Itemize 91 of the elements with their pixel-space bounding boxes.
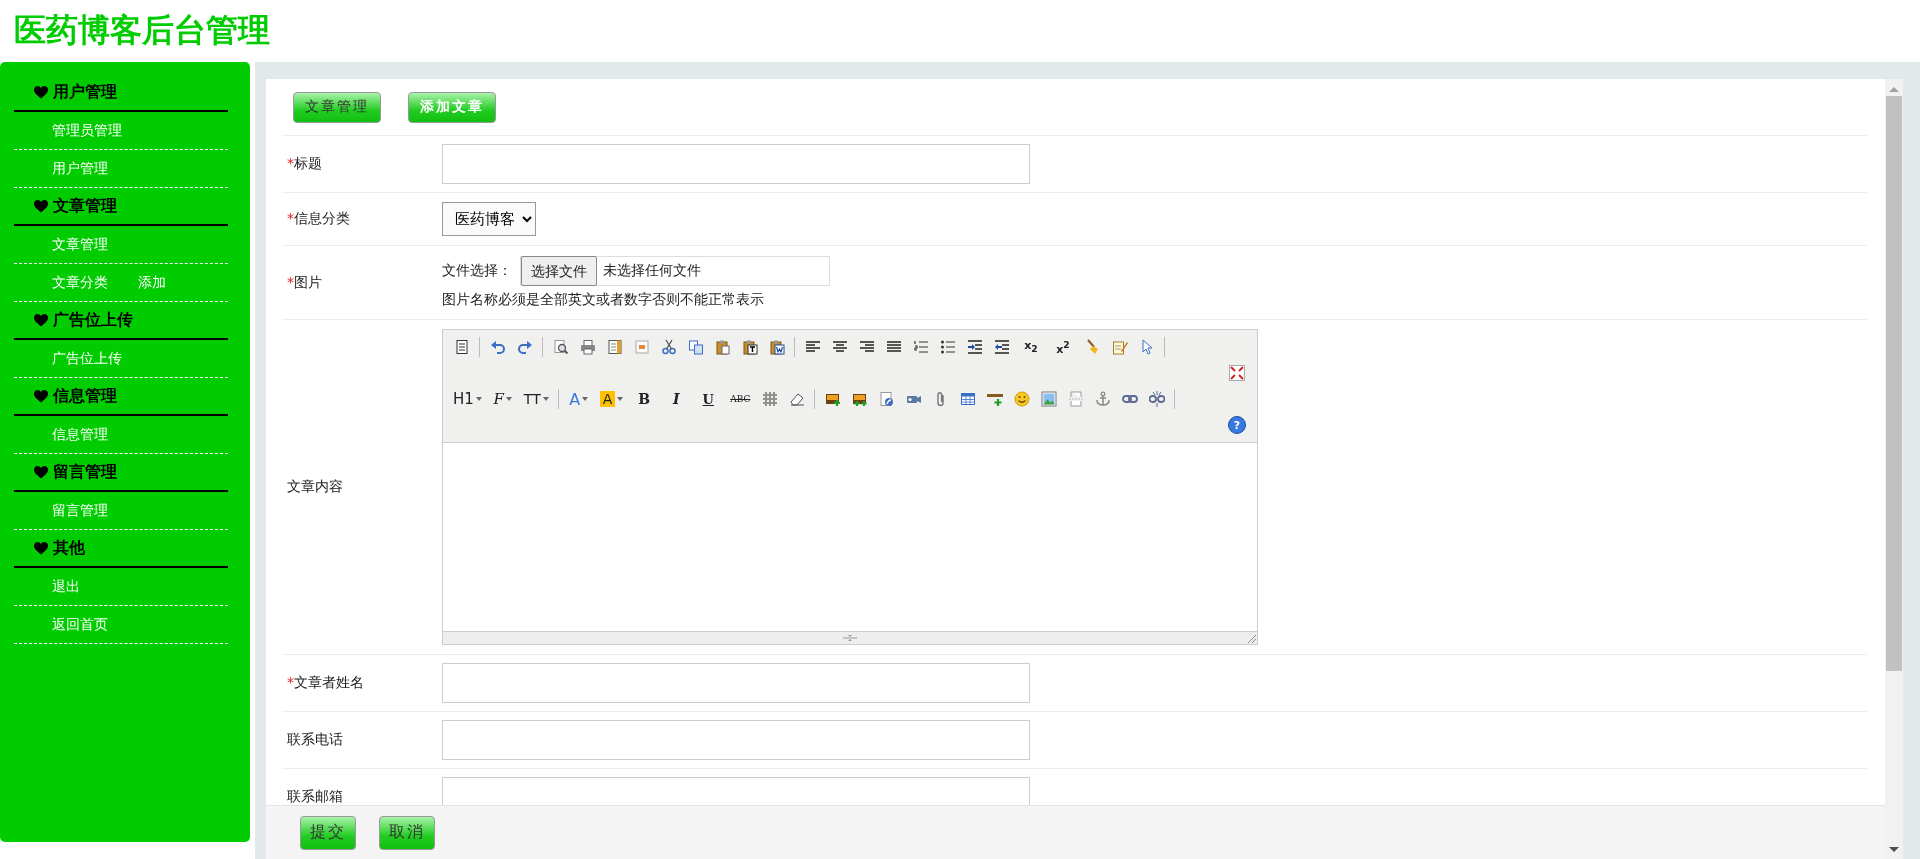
numbered-list-icon[interactable] — [912, 339, 929, 355]
bold-button[interactable]: B — [629, 388, 660, 410]
heart-icon — [34, 313, 48, 327]
strikethrough-button[interactable]: ABC — [725, 388, 756, 410]
category-dropdown[interactable]: 医药博客 — [442, 202, 536, 236]
paste-text-icon[interactable] — [741, 339, 758, 355]
table-icon[interactable] — [959, 391, 976, 407]
site-title: 医药博客后台管理 — [14, 10, 270, 51]
field-label: 联系电话 — [287, 731, 343, 747]
smiley-icon[interactable] — [1013, 391, 1030, 407]
field-label: 文章者姓名 — [294, 674, 364, 690]
scissors-icon[interactable] — [660, 339, 677, 355]
field-label: 文章内容 — [287, 478, 343, 494]
code-snippet-icon[interactable] — [633, 339, 650, 355]
printer-icon[interactable] — [579, 339, 596, 355]
copy-icon[interactable] — [687, 339, 704, 355]
subscript-button[interactable]: x$_{2}$ — [1016, 336, 1046, 358]
template-icon[interactable] — [606, 339, 623, 355]
file-input[interactable]: 选择文件 未选择任何文件 — [520, 256, 830, 286]
heart-icon — [34, 389, 48, 403]
caret-icon — [582, 397, 589, 401]
heart-icon — [34, 85, 48, 99]
field-label: 图片 — [294, 273, 322, 290]
caret-icon — [542, 397, 549, 401]
font-size-dropdown[interactable]: TT — [519, 388, 553, 410]
anchor-icon[interactable] — [1094, 391, 1111, 407]
required-mark: * — [287, 273, 294, 290]
text-input[interactable] — [442, 663, 1030, 703]
underline-button[interactable]: U — [693, 388, 724, 410]
menu-heading[interactable]: 用户管理 — [53, 81, 117, 103]
notepad-icon[interactable] — [1111, 339, 1128, 355]
picture-icon[interactable] — [1040, 391, 1057, 407]
tab-button[interactable]: 文章管理 — [293, 91, 381, 123]
redo-icon[interactable] — [516, 339, 533, 355]
caret-icon — [506, 397, 513, 401]
text-input[interactable] — [442, 720, 1030, 760]
font-family-dropdown[interactable]: F — [487, 388, 518, 410]
unlink-icon[interactable] — [1148, 391, 1165, 407]
required-mark: * — [287, 674, 294, 690]
grip-icon — [843, 635, 857, 641]
field-label: 信息分类 — [294, 210, 350, 226]
highlight-color-dropdown[interactable]: A — [595, 388, 628, 410]
action-button[interactable]: 提交 — [300, 815, 356, 850]
heart-icon — [34, 465, 48, 479]
outdent-icon[interactable] — [993, 339, 1010, 355]
field-label: 联系邮箱 — [287, 788, 343, 804]
resize-handle-icon[interactable] — [1248, 635, 1256, 643]
heading-dropdown[interactable]: H1 — [449, 388, 486, 410]
scrollbar[interactable] — [1885, 79, 1903, 859]
clipboard-icon[interactable] — [714, 339, 731, 355]
bullet-list-icon[interactable] — [939, 339, 956, 355]
required-mark: * — [287, 210, 294, 226]
align-right-icon[interactable] — [858, 339, 875, 355]
text-input[interactable] — [442, 777, 1030, 805]
align-justify-icon[interactable] — [885, 339, 902, 355]
brush-icon[interactable] — [1084, 339, 1101, 355]
caret-icon — [475, 397, 482, 401]
file-status: 未选择任何文件 — [603, 262, 701, 280]
image-icon[interactable] — [824, 391, 841, 407]
text-color-dropdown[interactable]: A — [563, 388, 594, 410]
document-icon[interactable] — [453, 339, 470, 355]
undo-icon[interactable] — [489, 339, 506, 355]
fullscreen-icon[interactable] — [1228, 365, 1245, 381]
field-label: 标题 — [294, 155, 322, 171]
required-mark: * — [287, 155, 294, 171]
menu-heading[interactable]: 文章管理 — [53, 195, 117, 217]
heart-icon — [34, 541, 48, 555]
choose-file-button[interactable]: 选择文件 — [521, 256, 597, 286]
file-label: 文件选择： — [442, 262, 512, 280]
action-button[interactable]: 取消 — [379, 815, 435, 850]
indent-icon[interactable] — [966, 339, 983, 355]
help-button[interactable]: ? — [1228, 416, 1246, 434]
menu-heading[interactable]: 信息管理 — [53, 385, 117, 407]
hint-text: 图片名称必须是全部英文或者数字否则不能正常表示 — [442, 291, 765, 309]
images-icon[interactable] — [851, 391, 868, 407]
paste-word-icon[interactable] — [768, 339, 785, 355]
align-center-icon[interactable] — [831, 339, 848, 355]
caret-icon — [617, 397, 624, 401]
heart-icon — [34, 199, 48, 213]
menu-heading[interactable]: 广告位上传 — [53, 309, 133, 331]
superscript-button[interactable]: x$^{2}$ — [1048, 336, 1078, 358]
menu-heading[interactable]: 留言管理 — [53, 461, 117, 483]
preview-icon[interactable] — [552, 339, 569, 355]
horizontal-rule-icon[interactable] — [986, 391, 1003, 407]
align-left-icon[interactable] — [804, 339, 821, 355]
eraser-icon[interactable] — [788, 391, 805, 407]
italic-button[interactable]: I — [661, 388, 692, 410]
menu-heading[interactable]: 其他 — [53, 537, 85, 559]
line-spacing-icon[interactable] — [761, 391, 778, 407]
text-input[interactable] — [442, 144, 1030, 184]
flash-document-icon[interactable] — [878, 391, 895, 407]
